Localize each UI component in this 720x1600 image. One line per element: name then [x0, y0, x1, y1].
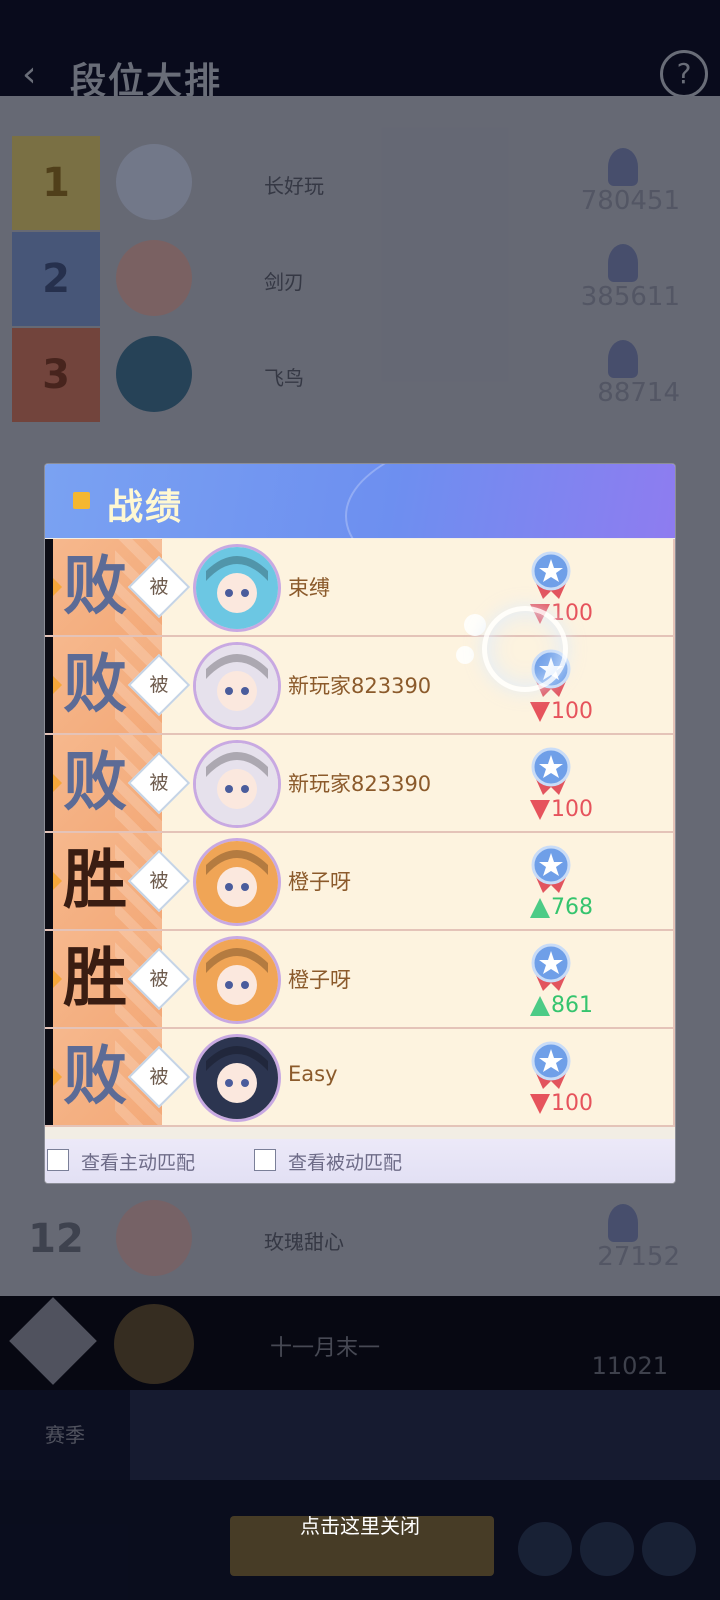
score-change-value: 768 — [551, 895, 593, 920]
arrow-down-icon — [530, 799, 550, 820]
result-text: 败 — [63, 746, 127, 820]
result-text: 败 — [63, 550, 127, 624]
rank-medal-icon — [531, 747, 571, 795]
touch-ripple-icon — [482, 606, 568, 692]
arrow-down-icon — [530, 701, 550, 722]
score-change: 768 — [530, 895, 593, 920]
close-hint[interactable]: 点击这里关闭 — [0, 1510, 720, 1539]
active-match-checkbox[interactable] — [47, 1149, 69, 1171]
record-row[interactable]: 败被 Easy 100 — [45, 1029, 675, 1127]
row-arrow-icon — [53, 774, 62, 792]
record-row[interactable]: 胜被 橙子呀 768 — [45, 833, 675, 931]
record-list[interactable]: 败被束缚 100 败被新玩家823390 100 败被新玩家823390 100 胜被橙子呀… — [45, 539, 675, 1139]
arrow-up-icon — [530, 897, 550, 918]
battle-record-dialog: 战绩 败被束缚 100 败被新玩家823390 100 败被新玩家823390 100 胜被… — [45, 464, 675, 1183]
opponent-name: 橙子呀 — [288, 968, 351, 992]
score-change-value: 100 — [551, 797, 593, 822]
rank-medal-icon — [531, 551, 571, 599]
row-edge — [45, 1029, 53, 1125]
passive-match-label[interactable]: 查看被动匹配 — [288, 1148, 402, 1175]
passive-match-checkbox[interactable] — [254, 1149, 276, 1171]
arrow-down-icon — [530, 1093, 550, 1114]
match-mode-label: 被 — [149, 968, 169, 990]
row-edge — [45, 735, 53, 831]
opponent-name: Easy — [288, 1062, 338, 1086]
score-change-value: 861 — [551, 993, 593, 1018]
result-text: 败 — [63, 648, 127, 722]
match-mode-label: 被 — [149, 674, 169, 696]
touch-ripple-dot — [456, 646, 474, 664]
rank-medal-icon — [531, 1041, 571, 1089]
score-change: 100 — [530, 699, 593, 724]
dialog-header: 战绩 — [45, 464, 675, 608]
opponent-avatar[interactable] — [193, 1034, 281, 1122]
dialog-title: 战绩 — [107, 487, 184, 528]
record-row[interactable]: 败被束缚 100 — [45, 539, 675, 637]
opponent-avatar[interactable] — [193, 936, 281, 1024]
row-edge — [45, 833, 53, 929]
score-change: 100 — [530, 797, 593, 822]
row-edge — [45, 637, 53, 733]
row-edge — [45, 931, 53, 1027]
row-arrow-icon — [53, 578, 62, 596]
opponent-name: 束缚 — [288, 576, 330, 600]
record-row[interactable]: 胜被 橙子呀 861 — [45, 931, 675, 1029]
active-match-label[interactable]: 查看主动匹配 — [81, 1148, 195, 1175]
result-text: 胜 — [63, 942, 127, 1016]
opponent-name: 新玩家823390 — [288, 674, 432, 698]
result-text: 败 — [63, 1040, 127, 1114]
row-edge — [45, 539, 53, 635]
opponent-name: 新玩家823390 — [288, 772, 432, 796]
record-row[interactable]: 败被 新玩家823390 100 — [45, 637, 675, 735]
opponent-avatar[interactable] — [193, 740, 281, 828]
row-arrow-icon — [53, 872, 62, 890]
rank-medal-icon — [531, 845, 571, 893]
match-mode-label: 被 — [149, 772, 169, 794]
record-row[interactable]: 败被 新玩家823390 100 — [45, 735, 675, 833]
opponent-avatar[interactable] — [193, 544, 281, 632]
opponent-avatar[interactable] — [193, 642, 281, 730]
row-arrow-icon — [53, 970, 62, 988]
row-arrow-icon — [53, 1068, 62, 1086]
opponent-name: 橙子呀 — [288, 870, 351, 894]
rank-medal-icon — [531, 943, 571, 991]
score-change: 100 — [530, 1091, 593, 1116]
match-mode-label: 被 — [149, 1066, 169, 1088]
result-text: 胜 — [63, 844, 127, 918]
match-mode-label: 被 — [149, 576, 169, 598]
opponent-avatar[interactable] — [193, 838, 281, 926]
row-arrow-icon — [53, 676, 62, 694]
filter-bar: 查看主动匹配 查看被动匹配 — [45, 1139, 675, 1183]
title-square-icon — [73, 492, 90, 509]
score-change-value: 100 — [551, 699, 593, 724]
match-mode-label: 被 — [149, 870, 169, 892]
score-change: 861 — [530, 993, 593, 1018]
arrow-up-icon — [530, 995, 550, 1016]
touch-ripple-dot — [464, 614, 486, 636]
score-change-value: 100 — [551, 1091, 593, 1116]
